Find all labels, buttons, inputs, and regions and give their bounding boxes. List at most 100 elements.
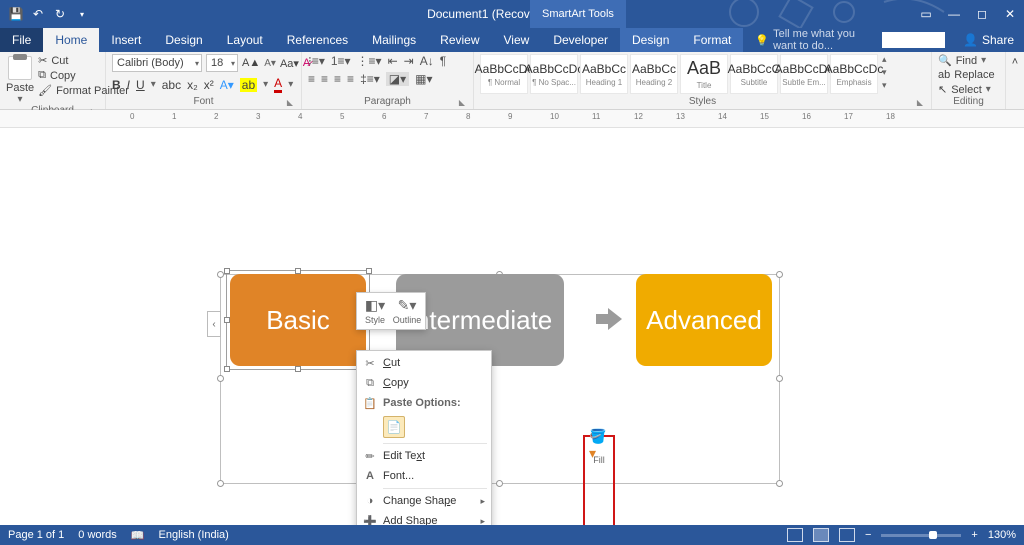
text-effects-icon[interactable]: A▾	[220, 78, 234, 92]
paste-dropdown-icon[interactable]: ▾	[18, 94, 23, 105]
redo-icon[interactable]: ↻	[50, 4, 70, 24]
save-icon[interactable]: 💾	[6, 4, 26, 24]
menu-copy[interactable]: ⧉Copy	[357, 373, 491, 393]
mini-toolbar: ◧▾ Style 🪣▾ Fill ✎▾ Outline	[356, 292, 426, 330]
find-button[interactable]: 🔍Find▾	[938, 54, 986, 67]
multilevel-icon[interactable]: ⋮≡▾	[357, 54, 382, 68]
ribbon-options-icon[interactable]: ▭	[912, 0, 940, 28]
shading-icon[interactable]: ◪▾	[386, 72, 409, 86]
mini-outline-button[interactable]: ✎▾ Outline	[391, 295, 423, 327]
spellcheck-icon[interactable]: 📖	[131, 529, 145, 542]
close-icon[interactable]: ✕	[996, 0, 1024, 28]
paste-icon[interactable]	[8, 56, 32, 80]
select-button[interactable]: ↖Select▾	[938, 83, 991, 96]
tab-review[interactable]: Review	[428, 28, 491, 52]
bullets-icon[interactable]: ⁝≡▾	[308, 54, 325, 68]
share-button[interactable]: 👤Share	[953, 28, 1024, 52]
web-layout-icon[interactable]	[839, 528, 855, 542]
style--no-spac-[interactable]: AaBbCcDc¶ No Spac...	[530, 54, 578, 94]
menu-cut[interactable]: ✂Cut	[357, 353, 491, 373]
style-heading-2[interactable]: AaBbCcHeading 2	[630, 54, 678, 94]
horizontal-ruler[interactable]: 0123456789101112131415161718	[0, 110, 1024, 128]
menu-font[interactable]: AFont...	[357, 466, 491, 486]
help-search-input[interactable]	[882, 32, 945, 48]
tab-references[interactable]: References	[275, 28, 360, 52]
brush-icon: 🖌	[38, 84, 52, 97]
subscript-button[interactable]: x₂	[187, 78, 198, 92]
scissors-icon: ✂	[38, 54, 47, 67]
grow-font-icon[interactable]: A▲	[242, 57, 260, 69]
tab-design[interactable]: Design	[153, 28, 214, 52]
collapse-ribbon-icon[interactable]: ˄	[1006, 52, 1024, 109]
shrink-font-icon[interactable]: A▾	[264, 58, 276, 69]
print-layout-icon[interactable]	[813, 528, 829, 542]
shape-advanced[interactable]: Advanced	[636, 274, 772, 366]
text-pane-toggle[interactable]: ‹	[207, 311, 221, 337]
menu-change-shape[interactable]: ◑Change Shape▸	[357, 491, 491, 511]
style-subtitle[interactable]: AaBbCcCSubtitle	[730, 54, 778, 94]
italic-button[interactable]: I	[127, 78, 130, 92]
tell-me-search[interactable]: 💡Tell me what you want to do...	[743, 28, 881, 52]
status-words[interactable]: 0 words	[78, 529, 117, 541]
tab-developer[interactable]: Developer	[541, 28, 620, 52]
font-launcher-icon[interactable]: ◣	[287, 98, 293, 107]
font-name-combo[interactable]: Calibri (Body)	[112, 54, 202, 72]
group-styles: AaBbCcDc¶ NormalAaBbCcDc¶ No Spac...AaBb…	[474, 52, 932, 109]
font-color-icon[interactable]: A	[274, 76, 282, 93]
maximize-icon[interactable]: ◻	[968, 0, 996, 28]
style-heading-1[interactable]: AaBbCcHeading 1	[580, 54, 628, 94]
mini-style-button[interactable]: ◧▾ Style	[359, 295, 391, 327]
status-page[interactable]: Page 1 of 1	[8, 529, 64, 541]
align-center-icon[interactable]: ≡	[321, 72, 328, 86]
style--normal[interactable]: AaBbCcDc¶ Normal	[480, 54, 528, 94]
document-canvas[interactable]: ‹ Basic Intermediate Advanced ◧▾ Style 🪣…	[0, 128, 1024, 525]
tab-smartart-format[interactable]: Format	[681, 28, 743, 52]
change-case-icon[interactable]: Aa▾	[280, 57, 299, 70]
line-spacing-icon[interactable]: ‡≡▾	[360, 72, 380, 86]
indent-icon[interactable]: ⇥	[404, 54, 414, 68]
replace-button[interactable]: abReplace	[938, 69, 995, 81]
read-mode-icon[interactable]	[787, 528, 803, 542]
show-marks-icon[interactable]: ¶	[440, 54, 446, 68]
menu-edit-text[interactable]: ✏Edit Text	[357, 446, 491, 466]
tab-file[interactable]: File	[0, 28, 43, 52]
status-language[interactable]: English (India)	[159, 529, 229, 541]
underline-button[interactable]: U	[136, 78, 145, 92]
mini-fill-button[interactable]: 🪣▾ Fill	[583, 435, 615, 525]
paragraph-launcher-icon[interactable]: ◣	[459, 98, 465, 107]
paste-keep-source-icon[interactable]: 📄	[383, 416, 405, 438]
tab-layout[interactable]: Layout	[215, 28, 275, 52]
minimize-icon[interactable]: —	[940, 0, 968, 28]
align-right-icon[interactable]: ≡	[334, 72, 341, 86]
tab-insert[interactable]: Insert	[99, 28, 153, 52]
tab-view[interactable]: View	[492, 28, 542, 52]
styles-more-icon[interactable]: ▴▾▾	[882, 54, 896, 91]
style-emphasis[interactable]: AaBbCcDcEmphasis	[830, 54, 878, 94]
qat-dropdown-icon[interactable]: ▾	[72, 4, 92, 24]
style-title[interactable]: AaBTitle	[680, 54, 728, 94]
menu-add-shape[interactable]: ➕Add Shape▸	[357, 511, 491, 525]
justify-icon[interactable]: ≡	[347, 72, 354, 86]
undo-icon[interactable]: ↶	[28, 4, 48, 24]
paste-button[interactable]: Paste	[6, 82, 34, 94]
numbering-icon[interactable]: 1≡▾	[331, 54, 351, 68]
style-subtle-em-[interactable]: AaBbCcDcSubtle Em...	[780, 54, 828, 94]
zoom-in-icon[interactable]: +	[971, 529, 977, 541]
zoom-level[interactable]: 130%	[988, 529, 1016, 541]
highlight-icon[interactable]: ab	[240, 78, 257, 92]
zoom-out-icon[interactable]: −	[865, 529, 871, 541]
font-size-combo[interactable]: 18	[206, 54, 238, 72]
group-editing: 🔍Find▾ abReplace ↖Select▾ Editing	[932, 52, 1006, 109]
outdent-icon[interactable]: ⇤	[388, 54, 398, 68]
align-left-icon[interactable]: ≡	[308, 72, 315, 86]
superscript-button[interactable]: x²	[204, 78, 214, 92]
sort-icon[interactable]: A↓	[420, 54, 434, 68]
zoom-slider[interactable]	[881, 534, 961, 537]
bold-button[interactable]: B	[112, 78, 121, 92]
tab-smartart-design[interactable]: Design	[620, 28, 681, 52]
tab-mailings[interactable]: Mailings	[360, 28, 428, 52]
styles-launcher-icon[interactable]: ◣	[917, 98, 923, 107]
strike-button[interactable]: abc	[162, 78, 181, 92]
borders-icon[interactable]: ▦▾	[415, 72, 432, 86]
tab-home[interactable]: Home	[43, 28, 99, 52]
